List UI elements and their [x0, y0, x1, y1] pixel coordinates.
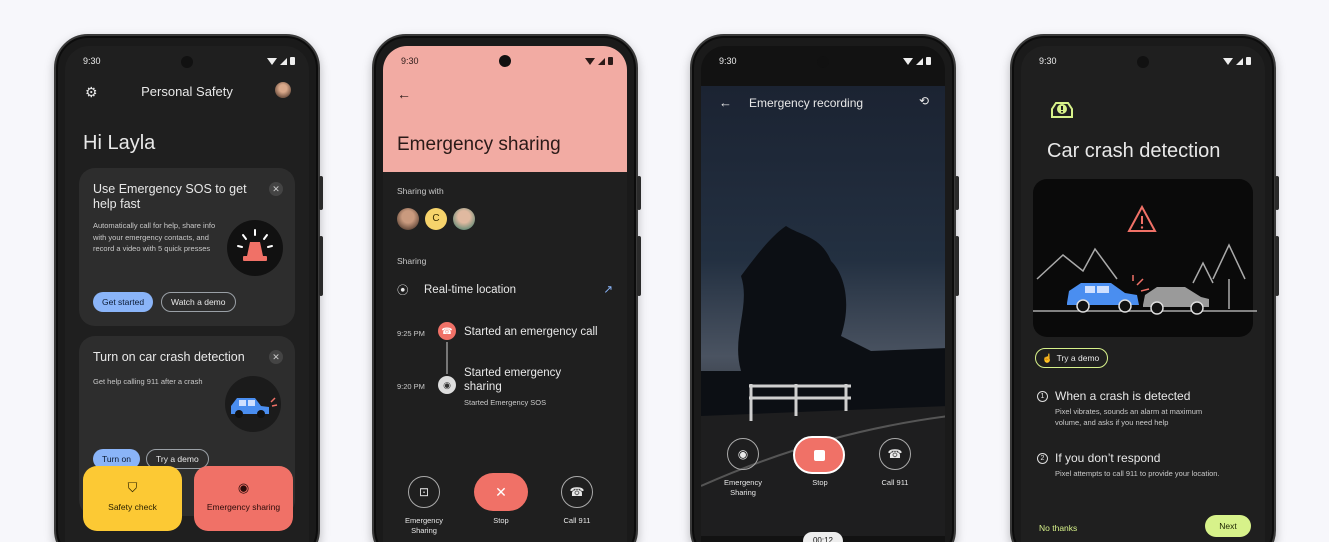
stop-square-icon [814, 450, 825, 461]
front-camera [499, 55, 511, 67]
switch-camera-icon[interactable]: ⟲ [919, 94, 929, 108]
screen-recording: 9:30 ← Emergency recording ⟲ ◉ Emergency… [701, 46, 945, 542]
signal-icon [598, 57, 605, 65]
emergency-sharing-caption: Emergency Sharing [405, 516, 443, 535]
phone-emergency-sharing: ← Emergency sharing 9:30 Sharing with C … [372, 34, 641, 542]
close-icon[interactable]: ✕ [269, 182, 283, 196]
crash-card-desc: Get help calling 911 after a crash [93, 377, 203, 386]
sharing-label: Sharing [397, 256, 427, 266]
clock: 9:30 [1039, 56, 1057, 66]
wifi-icon [903, 57, 913, 65]
battery-icon [608, 57, 613, 65]
emergency-sharing-label: Emergency sharing [206, 502, 281, 512]
battery-icon [290, 57, 295, 65]
open-external-icon[interactable]: ↗ [603, 282, 613, 296]
close-icon[interactable]: ✕ [269, 350, 283, 364]
phone-crash-detection: 9:30 Car crash detection ☝ Try a demo 1 … [1010, 34, 1279, 542]
signal-icon [1236, 57, 1243, 65]
battery-icon [926, 57, 931, 65]
event-text: Started an emergency call [464, 326, 598, 338]
screen-crash: 9:30 Car crash detection ☝ Try a demo 1 … [1021, 46, 1265, 542]
sos-card-desc: Automatically call for help, share info … [93, 221, 216, 253]
page-title: Car crash detection [1047, 140, 1221, 162]
front-camera [1137, 56, 1149, 68]
stop-caption: Stop [812, 478, 828, 487]
clock: 9:30 [83, 56, 101, 66]
clock: 9:30 [719, 56, 737, 66]
hand-icon: ☝ [1042, 353, 1053, 363]
try-demo-button[interactable]: ☝ Try a demo [1035, 348, 1109, 368]
sharing-with-label: Sharing with [397, 186, 444, 196]
contact-avatar[interactable] [453, 208, 475, 230]
no-thanks-button[interactable]: No thanks [1039, 523, 1077, 533]
wifi-icon [1223, 57, 1233, 65]
step-title: When a crash is detected [1055, 389, 1191, 403]
pin-icon: ⦿ [397, 285, 409, 297]
siren-icon [227, 220, 283, 276]
greeting: Hi Layla [83, 132, 156, 154]
emergency-sharing-caption: Emergency Sharing [724, 478, 762, 497]
emergency-sharing-button[interactable]: ◉ [727, 438, 759, 470]
stop-caption: Stop [493, 516, 509, 525]
step-number: 1 [1037, 391, 1048, 402]
front-camera [817, 56, 829, 68]
get-started-button[interactable]: Get started [93, 292, 154, 312]
recording-timer: 00:12 [803, 532, 843, 542]
event-text: Started emergency sharing [464, 367, 562, 393]
call-caption: Call 911 [881, 478, 909, 487]
shield-icon: ⛉ [127, 480, 138, 495]
sharing-icon: ◉ [237, 480, 250, 495]
safety-check-label: Safety check [108, 502, 157, 512]
phone-emergency-recording: 9:30 ← Emergency recording ⟲ ◉ Emergency… [690, 34, 959, 542]
stop-button[interactable]: ✕ [474, 473, 528, 511]
event-time: 9:25 PM [397, 329, 425, 338]
wifi-icon [585, 57, 595, 65]
avatar[interactable] [275, 82, 291, 98]
wifi-icon [267, 57, 277, 65]
clock: 9:30 [401, 56, 419, 66]
sos-card: Use Emergency SOS to get help fast ✕ Aut… [79, 168, 295, 326]
crash-card-title: Turn on car crash detection [93, 350, 245, 364]
back-arrow-icon[interactable]: ← [719, 95, 732, 110]
step-number: 2 [1037, 453, 1048, 464]
contact-avatar[interactable]: C [425, 208, 447, 230]
sharing-icon: ◉ [438, 376, 456, 394]
car-alert-icon [1049, 98, 1075, 127]
try-demo-label: Try a demo [1056, 353, 1100, 363]
back-arrow-icon[interactable]: ← [397, 86, 411, 102]
stop-button[interactable] [793, 436, 845, 474]
step-desc: Pixel attempts to call 911 to provide yo… [1055, 469, 1220, 478]
screen-home: 9:30 ⚙ Personal Safety Hi Layla Use Emer… [65, 46, 309, 542]
signal-icon [280, 57, 287, 65]
emergency-sharing-tile[interactable]: ◉ Emergency sharing [194, 466, 293, 531]
page-title: Emergency sharing [397, 134, 561, 155]
phone-personal-safety: 9:30 ⚙ Personal Safety Hi Layla Use Emer… [54, 34, 323, 542]
contact-avatar[interactable] [397, 208, 419, 230]
sos-card-title: Use Emergency SOS to get help fast [93, 182, 247, 211]
location-label[interactable]: Real-time location [424, 284, 516, 296]
battery-icon [1246, 57, 1251, 65]
call-caption: Call 911 [563, 516, 591, 525]
emergency-sharing-button[interactable]: ⊡ [408, 476, 440, 508]
call-button[interactable]: ☎ [879, 438, 911, 470]
phone-end-icon: ☎ [438, 322, 456, 340]
crash-illustration [1033, 179, 1257, 337]
step-title: If you don’t respond [1055, 451, 1161, 465]
step-desc: Pixel vibrates, sounds an alarm at maxim… [1055, 407, 1203, 427]
event-subtext: Started Emergency SOS [464, 398, 547, 407]
signal-icon [916, 57, 923, 65]
event-time: 9:20 PM [397, 382, 425, 391]
next-button[interactable]: Next [1205, 515, 1251, 537]
call-button[interactable]: ☎ [561, 476, 593, 508]
app-title: Personal Safety [141, 84, 233, 99]
watch-demo-button[interactable]: Watch a demo [161, 292, 236, 312]
page-title: Emergency recording [749, 96, 864, 110]
car-icon [225, 376, 281, 432]
screen-sharing: ← Emergency sharing 9:30 Sharing with C … [383, 46, 627, 542]
safety-check-tile[interactable]: ⛉ Safety check [83, 466, 182, 531]
front-camera [181, 56, 193, 68]
